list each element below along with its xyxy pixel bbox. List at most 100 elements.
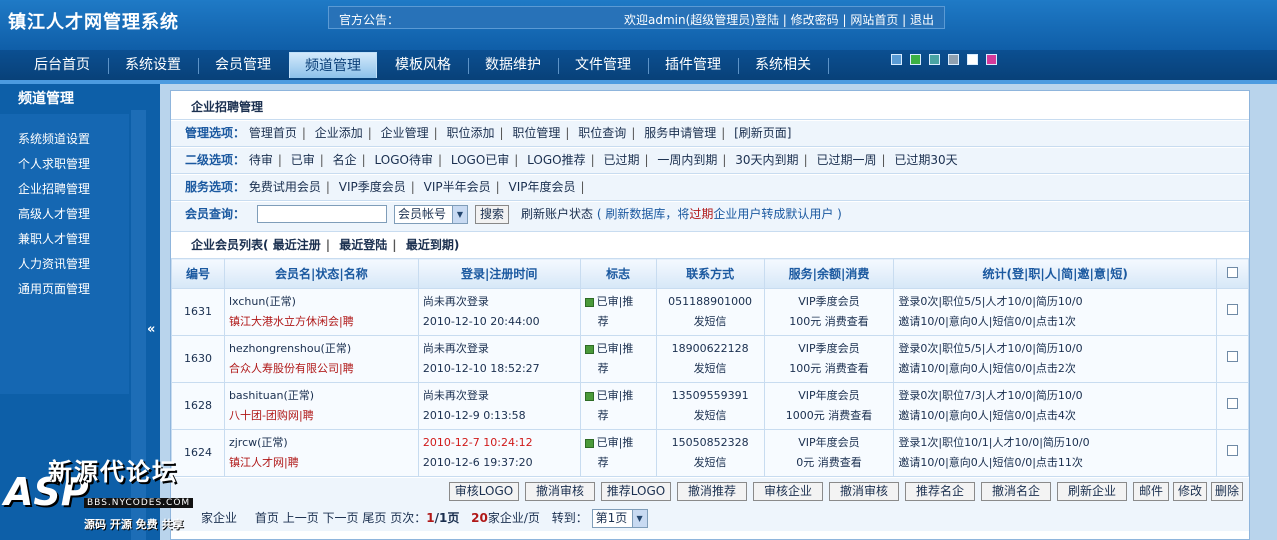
- theme-swatch-white[interactable]: [967, 54, 978, 65]
- stats-line1[interactable]: 登录0次|职位7/3|人才10/0|简历10/0: [898, 386, 1216, 406]
- member-company[interactable]: 合众人寿股份有限公司: [229, 362, 339, 375]
- flag-recommend[interactable]: |推: [619, 389, 634, 402]
- flag-recommend[interactable]: |推: [619, 295, 634, 308]
- logo-pending-link[interactable]: LOGO待审: [375, 153, 433, 167]
- expired-link[interactable]: 已过期: [604, 153, 640, 167]
- stats-line1[interactable]: 登录1次|职位10/1|人才10/0|简历10/0: [898, 433, 1216, 453]
- view-consume-link[interactable]: 消费查看: [828, 409, 872, 422]
- nav-home[interactable]: 后台首页: [18, 52, 106, 78]
- revoke-company-approval-button[interactable]: 撤消审核: [829, 482, 899, 501]
- stats-line2[interactable]: 邀请10/0|意向0人|短信0/0|点击1次: [898, 312, 1216, 332]
- member-company[interactable]: 八十团-团购网: [229, 409, 299, 422]
- logo-approved-link[interactable]: LOGO已审: [451, 153, 509, 167]
- refresh-page-link[interactable]: [刷新页面]: [734, 126, 791, 140]
- stats-line2[interactable]: 邀请10/0|意向0人|短信0/0|点击4次: [898, 406, 1216, 426]
- view-consume-link[interactable]: 消费查看: [825, 362, 869, 375]
- theme-swatch-gray[interactable]: [948, 54, 959, 65]
- search-field-select[interactable]: 会员帐号 ▼: [394, 205, 468, 224]
- member-search-input[interactable]: [257, 205, 387, 223]
- collapse-sidebar-icon[interactable]: «: [147, 322, 155, 337]
- member-tag[interactable]: |聘: [284, 456, 299, 469]
- stats-line1[interactable]: 登录0次|职位5/5|人才10/0|简历10/0: [898, 339, 1216, 359]
- nav-member-management[interactable]: 会员管理: [199, 52, 287, 78]
- sidebar-item-general-pages[interactable]: 通用页面管理: [18, 280, 90, 297]
- nav-system-settings[interactable]: 系统设置: [109, 52, 197, 78]
- sidebar-item-parttime-talent[interactable]: 兼职人才管理: [18, 230, 90, 247]
- recommend-logo-button[interactable]: 推荐LOGO: [601, 482, 671, 501]
- search-button[interactable]: 搜索: [475, 205, 509, 224]
- sidebar-item-system-channel[interactable]: 系统频道设置: [18, 130, 90, 147]
- approve-company-button[interactable]: 审核企业: [753, 482, 823, 501]
- company-add-link[interactable]: 企业添加: [315, 126, 363, 140]
- nav-plugin-management[interactable]: 插件管理: [649, 52, 737, 78]
- member-company[interactable]: 镇江大港水立方休闲会: [229, 315, 339, 328]
- email-button[interactable]: 邮件: [1133, 482, 1169, 501]
- nav-file-management[interactable]: 文件管理: [559, 52, 647, 78]
- send-sms-link[interactable]: 发短信: [694, 409, 727, 422]
- manage-home-link[interactable]: 管理首页: [249, 126, 297, 140]
- member-tag[interactable]: |聘: [299, 409, 314, 422]
- theme-swatch-teal[interactable]: [929, 54, 940, 65]
- goto-page-select[interactable]: 第1页 ▼: [591, 509, 648, 528]
- send-sms-link[interactable]: 发短信: [694, 362, 727, 375]
- member-username[interactable]: bashituan: [229, 389, 283, 402]
- refresh-account-link[interactable]: 刷新账户状态: [521, 207, 593, 221]
- sort-recent-expire[interactable]: 最近到期: [406, 238, 454, 252]
- flag-approved[interactable]: 已审: [597, 436, 619, 449]
- nav-system-related[interactable]: 系统相关: [739, 52, 827, 78]
- sidebar-item-personal-jobs[interactable]: 个人求职管理: [18, 155, 90, 172]
- stats-line1[interactable]: 登录0次|职位5/5|人才10/0|简历10/0: [898, 292, 1216, 312]
- vip-year-link[interactable]: VIP年度会员: [508, 180, 575, 194]
- nav-template-style[interactable]: 模板风格: [379, 52, 467, 78]
- approved-link[interactable]: 已审: [291, 153, 315, 167]
- flag-recommend[interactable]: |推: [619, 436, 634, 449]
- refresh-company-button[interactable]: 刷新企业: [1057, 482, 1127, 501]
- approve-logo-button[interactable]: 审核LOGO: [449, 482, 519, 501]
- revoke-recommend-button[interactable]: 撤消推荐: [677, 482, 747, 501]
- company-manage-link[interactable]: 企业管理: [381, 126, 429, 140]
- flag-approved[interactable]: 已审: [597, 295, 619, 308]
- send-sms-link[interactable]: 发短信: [694, 456, 727, 469]
- prev-page-link[interactable]: 上一页: [283, 511, 319, 525]
- view-consume-link[interactable]: 消费查看: [825, 315, 869, 328]
- job-add-link[interactable]: 职位添加: [447, 126, 495, 140]
- revoke-famous-button[interactable]: 撤消名企: [981, 482, 1051, 501]
- vip-quarter-link[interactable]: VIP季度会员: [339, 180, 406, 194]
- expired-30days-link[interactable]: 已过期30天: [894, 153, 957, 167]
- sort-recent-login[interactable]: 最近登陆: [339, 238, 387, 252]
- theme-swatch-blue[interactable]: [891, 54, 902, 65]
- job-manage-link[interactable]: 职位管理: [512, 126, 560, 140]
- member-tag[interactable]: |聘: [339, 315, 354, 328]
- welcome-links[interactable]: 欢迎admin(超级管理员)登陆 | 修改密码 | 网站首页 | 退出: [624, 11, 934, 28]
- pending-link[interactable]: 待审: [249, 153, 273, 167]
- send-sms-link[interactable]: 发短信: [694, 315, 727, 328]
- member-username[interactable]: zjrcw: [229, 436, 257, 449]
- expire-30days-link[interactable]: 30天内到期: [735, 153, 798, 167]
- free-trial-link[interactable]: 免费试用会员: [249, 180, 321, 194]
- row-checkbox[interactable]: [1226, 445, 1238, 456]
- member-company[interactable]: 镇江人才网: [229, 456, 284, 469]
- stats-line2[interactable]: 邀请10/0|意向0人|短信0/0|点击11次: [898, 453, 1216, 473]
- logo-recommend-link[interactable]: LOGO推荐: [527, 153, 585, 167]
- member-tag[interactable]: |聘: [339, 362, 354, 375]
- theme-swatch-green[interactable]: [910, 54, 921, 65]
- sidebar-item-senior-talent[interactable]: 高级人才管理: [18, 205, 90, 222]
- revoke-approval-button[interactable]: 撤消审核: [525, 482, 595, 501]
- stats-line2[interactable]: 邀请10/0|意向0人|短信0/0|点击2次: [898, 359, 1216, 379]
- row-checkbox[interactable]: [1226, 351, 1238, 362]
- first-page-link[interactable]: 首页: [255, 511, 279, 525]
- sidebar-item-hr-news[interactable]: 人力资讯管理: [18, 255, 90, 272]
- last-page-link[interactable]: 尾页: [362, 511, 386, 525]
- flag-recommend[interactable]: |推: [619, 342, 634, 355]
- service-apply-link[interactable]: 服务申请管理: [644, 126, 716, 140]
- row-checkbox[interactable]: [1226, 398, 1238, 409]
- member-username[interactable]: hezhongrenshou: [229, 342, 321, 355]
- select-all-checkbox[interactable]: [1226, 266, 1238, 278]
- sidebar-item-company-recruit[interactable]: 企业招聘管理: [18, 180, 90, 197]
- flag-approved[interactable]: 已审: [597, 342, 619, 355]
- flag-approved[interactable]: 已审: [597, 389, 619, 402]
- expire-week-link[interactable]: 一周内到期: [657, 153, 717, 167]
- member-username[interactable]: lxchun: [229, 295, 265, 308]
- sort-recent-register[interactable]: 最近注册: [273, 238, 321, 252]
- nav-data-maintenance[interactable]: 数据维护: [469, 52, 557, 78]
